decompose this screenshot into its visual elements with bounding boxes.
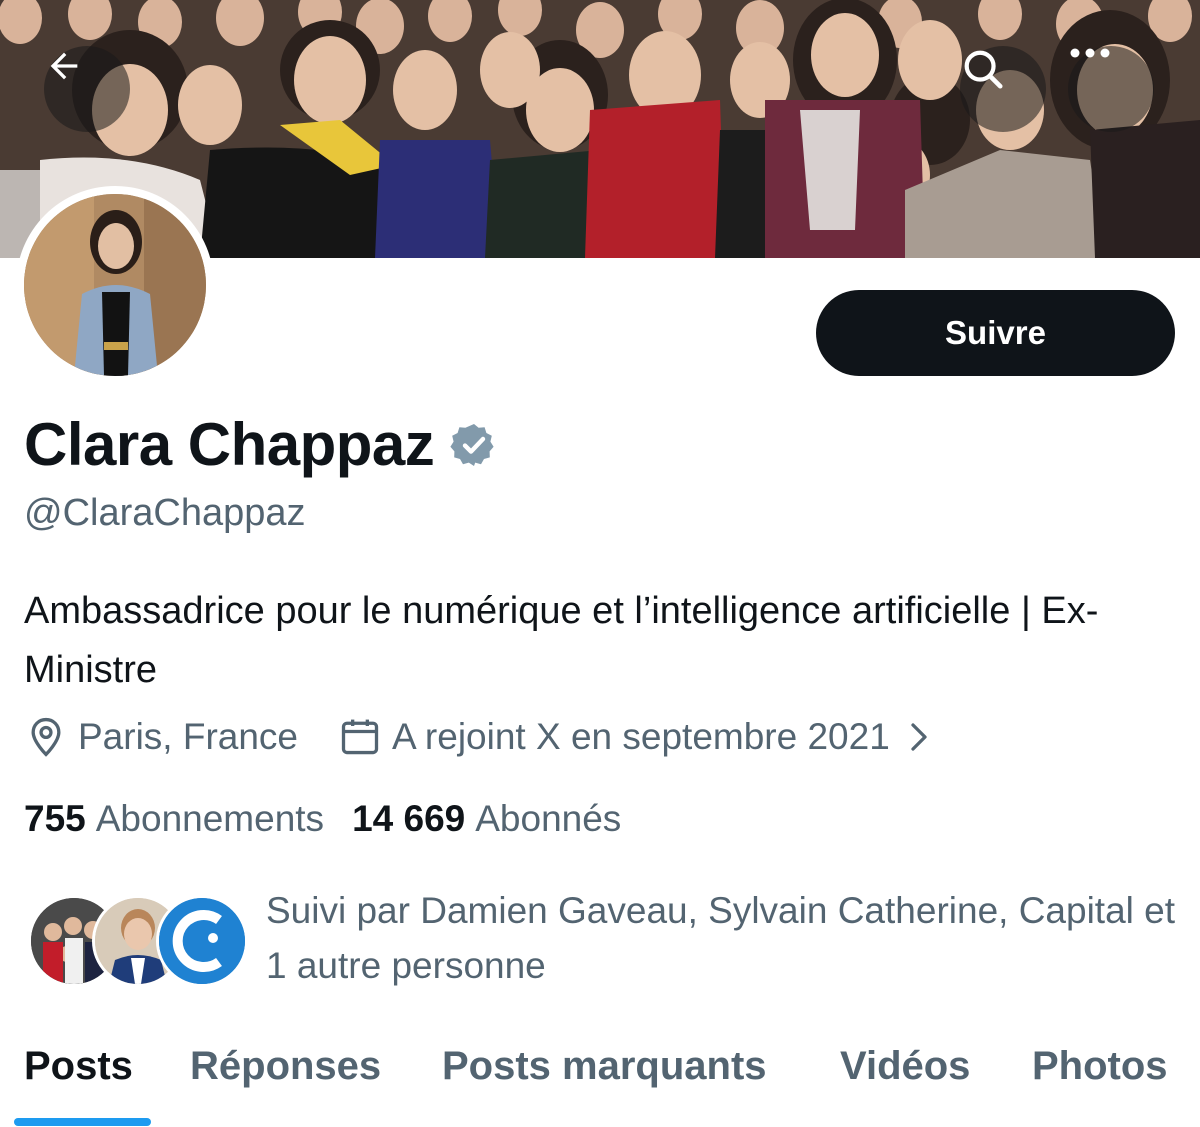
back-button[interactable] bbox=[44, 46, 130, 132]
profile-avatar[interactable] bbox=[16, 186, 214, 384]
arrow-left-icon bbox=[50, 52, 78, 80]
follow-stats: 755 Abonnements 14 669 Abonnés bbox=[24, 798, 621, 840]
user-handle: @ClaraChappaz bbox=[24, 492, 306, 534]
profile-bio: Ambassadrice pour le numérique et l’inte… bbox=[24, 590, 1099, 691]
followed-by-row[interactable]: Suivi par Damien Gaveau, Sylvain Catheri… bbox=[24, 885, 1184, 995]
more-options-button[interactable] bbox=[1068, 46, 1154, 132]
calendar-icon bbox=[341, 719, 379, 755]
following-count: 755 bbox=[24, 798, 86, 839]
tab-highlights[interactable]: Posts marquants bbox=[442, 1044, 767, 1089]
follow-button[interactable]: Suivre bbox=[816, 290, 1175, 376]
chevron-right-icon bbox=[911, 723, 927, 751]
followers-stat[interactable]: 14 669 Abonnés bbox=[352, 798, 621, 840]
following-label: Abonnements bbox=[95, 798, 325, 839]
location-text: Paris, France bbox=[78, 716, 299, 757]
follower-avatar-capital bbox=[156, 895, 248, 987]
active-tab-indicator bbox=[14, 1118, 151, 1126]
following-stat[interactable]: 755 Abonnements bbox=[24, 798, 324, 840]
display-name: Clara Chappaz bbox=[24, 411, 435, 478]
joined-item[interactable]: A rejoint X en septembre 2021 bbox=[338, 715, 934, 759]
tab-videos[interactable]: Vidéos bbox=[840, 1044, 970, 1089]
followers-count: 14 669 bbox=[352, 798, 466, 839]
search-button[interactable] bbox=[960, 46, 1046, 132]
tab-replies[interactable]: Réponses bbox=[190, 1044, 381, 1089]
follower-avatars bbox=[28, 895, 248, 989]
search-icon bbox=[964, 50, 1003, 89]
more-horizontal-icon bbox=[1070, 48, 1110, 58]
tab-photos[interactable]: Photos bbox=[1032, 1044, 1168, 1089]
followed-by-text: Suivi par Damien Gaveau, Sylvain Catheri… bbox=[266, 890, 1176, 986]
name-row: Clara Chappaz bbox=[24, 410, 498, 479]
profile-meta: Paris, France A rejoint X en septembre 2… bbox=[24, 715, 934, 759]
joined-text: A rejoint X en septembre 2021 bbox=[392, 716, 890, 757]
location-item: Paris, France bbox=[24, 715, 298, 759]
tab-posts[interactable]: Posts bbox=[24, 1044, 133, 1089]
followers-label: Abonnés bbox=[475, 798, 622, 839]
location-pin-icon bbox=[31, 717, 61, 757]
profile-tabs: Posts Réponses Posts marquants Vidéos Ph… bbox=[0, 1038, 1200, 1127]
avatar-photo bbox=[24, 194, 206, 376]
verified-badge-icon[interactable] bbox=[450, 421, 498, 469]
